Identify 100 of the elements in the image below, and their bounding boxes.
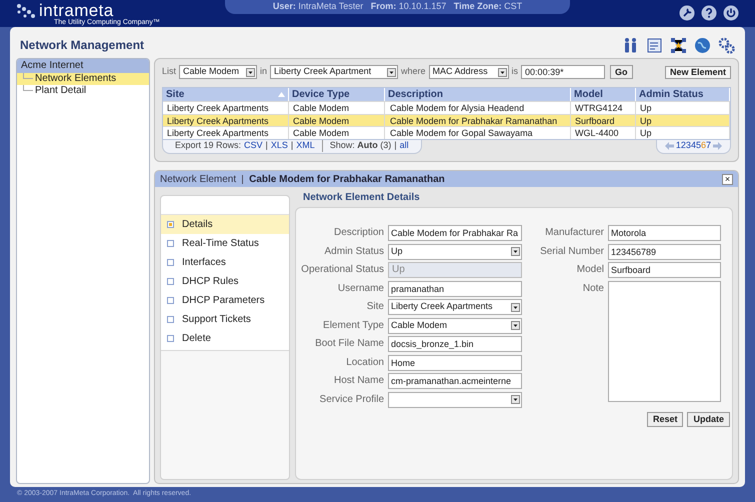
wrench-icon[interactable] xyxy=(679,5,695,21)
detail-title: Cable Modem for Prabhakar Ramanathan xyxy=(249,172,445,186)
bullet-icon xyxy=(167,240,174,247)
search-value-field[interactable]: 00:00:39* xyxy=(521,65,606,79)
dropdown-caret-icon xyxy=(511,321,520,330)
detail-nav-item[interactable]: DHCP Parameters xyxy=(161,291,289,310)
text-field[interactable]: 123456789 xyxy=(608,244,721,260)
page-link[interactable]: 3 xyxy=(686,139,691,153)
bullet-icon xyxy=(167,297,174,304)
text-field[interactable]: Surfboard xyxy=(608,262,721,278)
detail-nav-item[interactable]: Delete xyxy=(161,329,289,348)
field-label: Admin Status xyxy=(324,244,384,258)
show-setting: Show: Auto (3) xyxy=(330,139,392,152)
page-link[interactable]: 1 xyxy=(676,139,681,153)
field-label: Operational Status xyxy=(300,263,384,277)
logo-text: intrameta xyxy=(39,2,114,19)
detail-nav-item[interactable]: DHCP Rules xyxy=(161,272,289,291)
bullet-icon xyxy=(167,221,174,228)
page-link[interactable]: 5 xyxy=(696,139,701,153)
table-row[interactable]: Liberty Creek Apartments Cable Modem Cable Modem for Prabhakar Ramanathan Surfboard Up xyxy=(163,114,730,126)
network-star-icon[interactable] xyxy=(670,36,687,54)
power-icon[interactable] xyxy=(723,5,739,21)
select-field[interactable] xyxy=(388,392,522,408)
field-label: Element Type xyxy=(322,318,384,332)
table-row[interactable]: Liberty Creek Apartments Cable Modem Cable Modem for Alysia Headend WTRG4124 Up xyxy=(163,101,730,114)
site-dropdown[interactable]: Liberty Creek Apartment xyxy=(270,65,398,79)
text-field[interactable]: cm-pramanathan.acmeinterne xyxy=(388,373,522,389)
field-label: Manufacturer xyxy=(544,226,604,240)
field-label: Username xyxy=(336,282,384,296)
help-icon[interactable] xyxy=(701,5,717,21)
page-link[interactable]: 4 xyxy=(690,139,696,153)
dropdown-caret-icon xyxy=(498,68,507,76)
dropdown-caret-icon xyxy=(246,68,256,76)
table-cell: Up xyxy=(636,127,730,138)
field-label: Host Name xyxy=(332,374,384,388)
text-field[interactable]: docsis_bronze_1.bin xyxy=(388,336,522,352)
field-label: Model xyxy=(576,263,604,277)
field-label: Service Profile xyxy=(318,392,384,406)
filter-label: List xyxy=(162,65,176,78)
export-link[interactable]: CSV xyxy=(244,139,263,153)
new-element-button[interactable]: New Element xyxy=(664,66,731,78)
people-icon[interactable] xyxy=(622,36,639,54)
text-field[interactable]: Home xyxy=(388,354,522,370)
filter-label: where xyxy=(401,65,426,78)
user-info: User: IntraMeta Tester From: 10.10.1.157 Time Zone: CST xyxy=(272,0,522,14)
table-cell: WGL-4400 xyxy=(571,127,636,138)
filter-label: is xyxy=(512,65,518,78)
type-dropdown[interactable]: Cable Modem xyxy=(179,65,258,79)
text-field[interactable]: Motorola xyxy=(608,225,721,241)
dropdown-caret-icon xyxy=(511,302,520,312)
detail-nav-item[interactable]: Real-Time Status xyxy=(161,234,289,253)
text-field[interactable]: pramanathan xyxy=(388,280,522,296)
form-button[interactable]: Reset xyxy=(646,412,684,426)
page-link[interactable]: 2 xyxy=(680,139,686,153)
field-label: Note xyxy=(582,282,604,296)
detail-nav-item[interactable]: Details xyxy=(161,215,289,234)
bullet-icon xyxy=(167,278,174,285)
close-button[interactable]: × xyxy=(722,174,733,184)
detail-type: Network Element xyxy=(160,172,236,186)
select-field[interactable]: Up xyxy=(388,244,522,260)
bullet-icon xyxy=(167,259,174,266)
go-button[interactable]: Go xyxy=(610,65,633,79)
field-label: Serial Number xyxy=(539,244,604,258)
text-field[interactable]: Cable Modem for Prabhakar Ra xyxy=(388,225,522,241)
select-field[interactable]: Liberty Creek Apartments xyxy=(388,299,522,315)
bullet-icon xyxy=(167,335,174,342)
page-link[interactable]: 7 xyxy=(706,139,711,153)
show-all-link[interactable]: all xyxy=(400,139,409,153)
export-link[interactable]: XML xyxy=(296,139,315,153)
field-dropdown[interactable]: MAC Address xyxy=(428,65,509,79)
gears-icon[interactable] xyxy=(718,36,735,54)
filter-label: in xyxy=(260,65,268,78)
globe-icon[interactable] xyxy=(694,36,711,54)
table-cell: Cable Modem xyxy=(289,127,385,138)
table-cell: Liberty Creek Apartments xyxy=(163,127,289,138)
section-heading: Network Element Details xyxy=(303,191,421,205)
field-label: Description xyxy=(332,226,384,240)
export-label: Export 19 Rows: xyxy=(175,139,242,152)
field-label: Location xyxy=(345,356,384,370)
page-title: Network Management xyxy=(20,37,144,54)
table-cell: Cable Modem for Gopal Sawayama xyxy=(385,127,571,138)
separator: | xyxy=(394,139,397,152)
dropdown-caret-icon xyxy=(511,395,520,404)
field-label: Boot File Name xyxy=(314,337,384,351)
export-link[interactable]: XLS xyxy=(270,139,288,153)
note-field[interactable] xyxy=(608,280,721,402)
sidebar-item[interactable]: Plant Detail xyxy=(35,85,149,97)
detail-nav-item[interactable]: Interfaces xyxy=(161,253,289,272)
bullet-icon xyxy=(167,316,174,323)
table-row[interactable]: Liberty Creek Apartments Cable Modem Cable Modem for Gopal Sawayama WGL-4400 Up xyxy=(163,126,730,138)
form-button[interactable]: Update xyxy=(687,412,730,426)
sidebar-title: Acme Internet xyxy=(17,59,149,73)
detail-nav-item[interactable]: Support Tickets xyxy=(161,310,289,329)
field-label: Site xyxy=(366,300,384,314)
sort-ascending-icon xyxy=(278,92,285,97)
document-icon[interactable] xyxy=(646,36,663,54)
dropdown-caret-icon xyxy=(511,247,520,256)
dropdown-caret-icon xyxy=(387,68,396,76)
separator: | xyxy=(266,139,268,152)
select-field[interactable]: Cable Modem xyxy=(388,318,522,334)
